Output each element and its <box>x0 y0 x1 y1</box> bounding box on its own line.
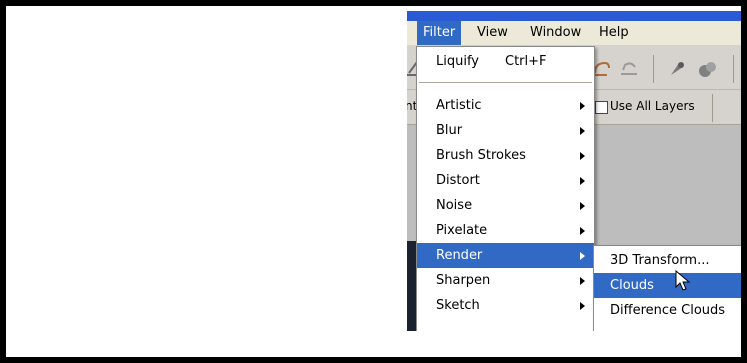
paint-bucket-icon[interactable] <box>697 59 717 77</box>
menu-item-render[interactable]: Render <box>417 243 594 268</box>
menu-divider <box>419 82 592 83</box>
submenu-item-label: Clouds <box>610 278 654 293</box>
menu-item-label: Blur <box>436 123 463 138</box>
toolbar-separator <box>733 55 734 83</box>
submenu-item-clouds[interactable]: Clouds <box>594 273 741 298</box>
submenu-arrow-icon <box>580 152 585 160</box>
menu-filter[interactable]: Filter <box>417 21 462 45</box>
stamp-icon[interactable] <box>667 59 687 77</box>
submenu-item-difference-clouds[interactable]: Difference Clouds <box>594 298 741 323</box>
submenu-item-3d-transform[interactable]: 3D Transform... <box>594 248 741 273</box>
use-all-layers-checkbox[interactable] <box>595 101 608 114</box>
submenu-arrow-icon <box>580 252 585 260</box>
redo-icon[interactable] <box>619 59 639 77</box>
menu-item-brush-strokes[interactable]: Brush Strokes <box>417 143 594 168</box>
submenu-arrow-icon <box>580 177 585 185</box>
menu-bar: Filter View Window Help <box>407 21 741 45</box>
filter-menu: Liquify Ctrl+F Artistic Blur Brush Strok… <box>416 46 595 331</box>
menu-item-label: Brush Strokes <box>436 148 526 163</box>
menu-item-pixelate[interactable]: Pixelate <box>417 218 594 243</box>
menu-item-noise[interactable]: Noise <box>417 193 594 218</box>
menu-item-label: Sharpen <box>436 273 491 288</box>
mouse-cursor-icon <box>675 270 691 291</box>
submenu-arrow-icon <box>580 127 585 135</box>
submenu-arrow-icon <box>580 277 585 285</box>
menu-window[interactable]: Window <box>524 21 587 45</box>
toolbar-separator <box>712 94 713 122</box>
menu-item-label: Liquify <box>436 54 479 69</box>
menu-item-label: Artistic <box>436 98 482 113</box>
render-submenu: 3D Transform... Clouds Difference Clouds <box>593 245 741 331</box>
shortcut-label: Ctrl+F <box>505 54 547 69</box>
submenu-arrow-icon <box>580 102 585 110</box>
menu-item-label: Distort <box>436 173 480 188</box>
menu-item-sketch[interactable]: Sketch <box>417 293 594 318</box>
menu-help[interactable]: Help <box>593 21 635 45</box>
submenu-arrow-icon <box>580 302 585 310</box>
menu-item-last-filter[interactable]: Liquify Ctrl+F <box>417 49 594 74</box>
menu-item-distort[interactable]: Distort <box>417 168 594 193</box>
submenu-item-label: Difference Clouds <box>610 303 726 318</box>
photoshop-window: Filter View Window Help nt Use All Layer… <box>407 11 741 331</box>
title-bar <box>407 11 741 21</box>
menu-item-label: Sketch <box>436 298 480 313</box>
menu-item-sharpen[interactable]: Sharpen <box>417 268 594 293</box>
submenu-arrow-icon <box>580 202 585 210</box>
menu-item-label: Noise <box>436 198 473 213</box>
menu-item-label: Pixelate <box>436 223 488 238</box>
submenu-item-label: 3D Transform... <box>610 253 710 268</box>
menu-item-blur[interactable]: Blur <box>417 118 594 143</box>
use-all-layers-label[interactable]: Use All Layers <box>610 99 695 113</box>
menu-item-label: Render <box>436 248 483 263</box>
menu-item-artistic[interactable]: Artistic <box>417 93 594 118</box>
toolbar-separator <box>653 55 654 83</box>
menu-view[interactable]: View <box>471 21 514 45</box>
submenu-arrow-icon <box>580 227 585 235</box>
